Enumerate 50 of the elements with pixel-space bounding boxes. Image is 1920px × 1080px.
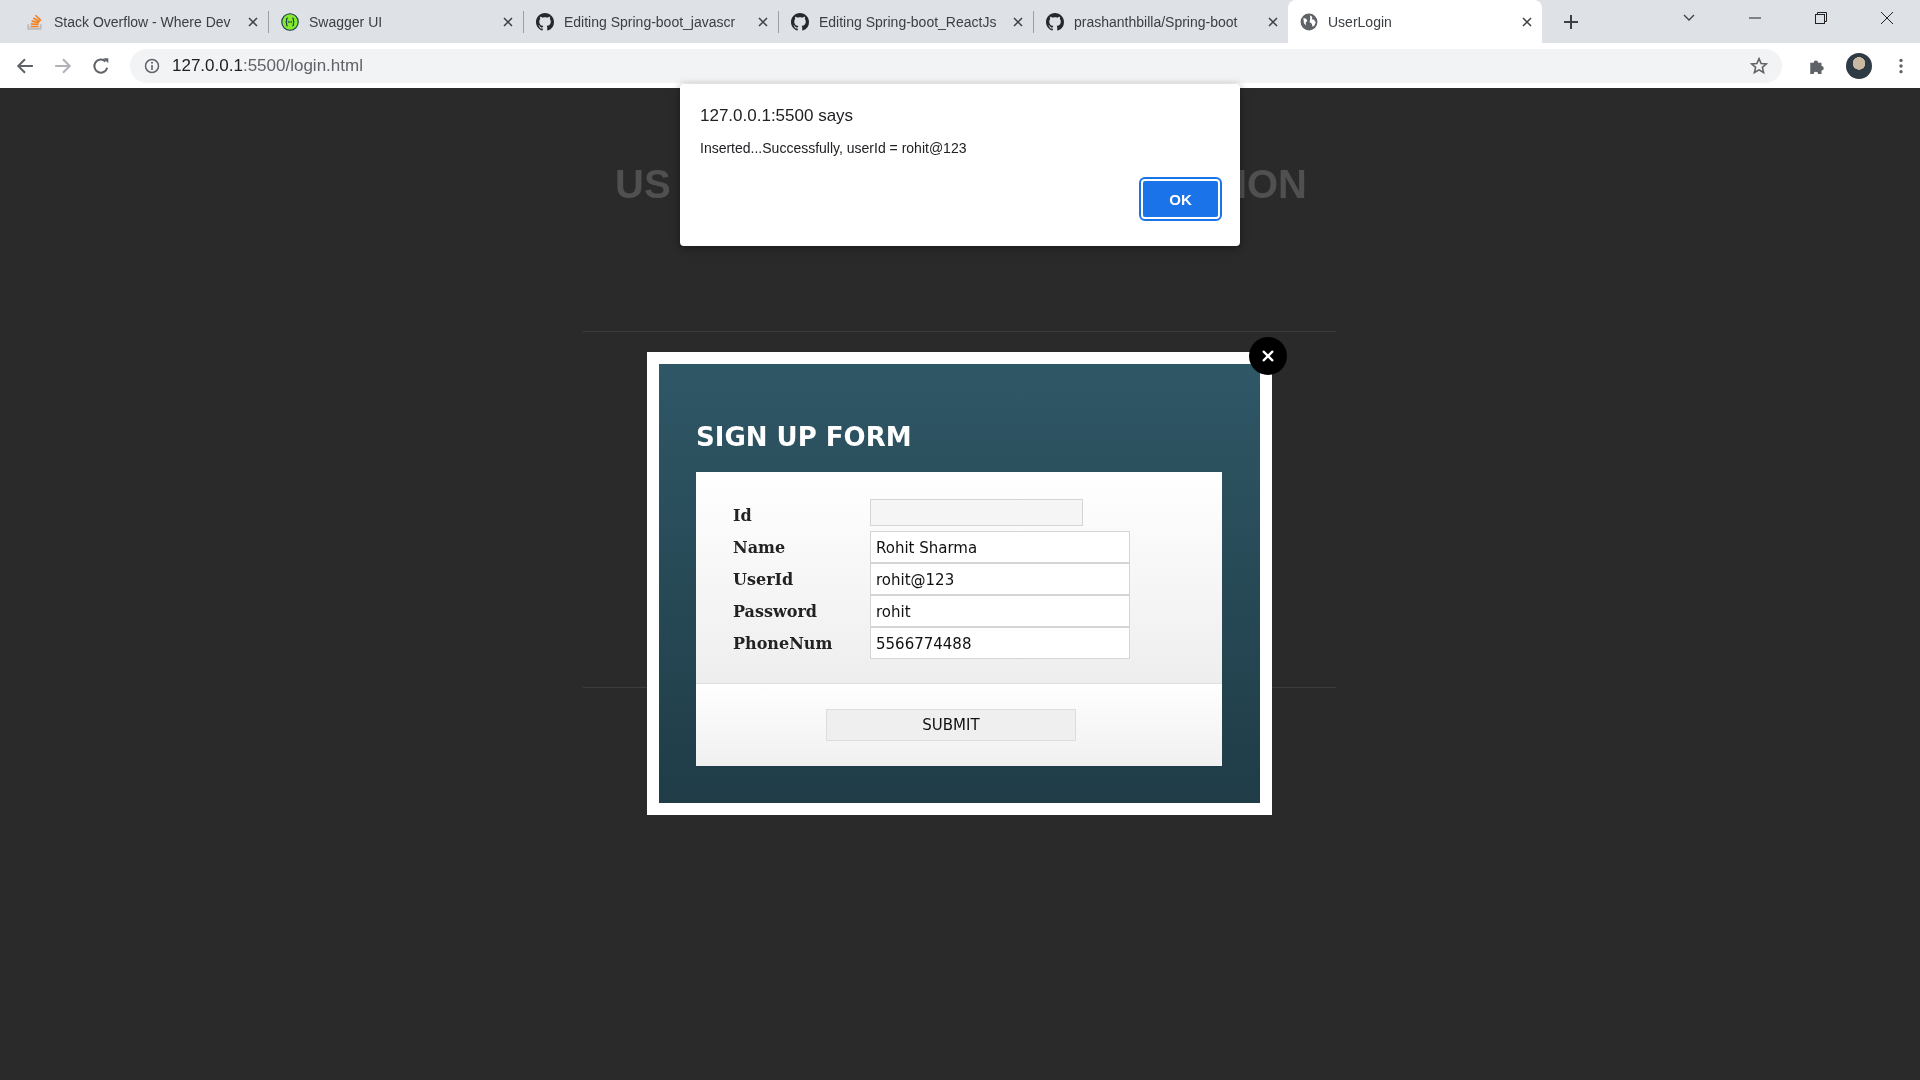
field-label: Id	[733, 505, 753, 525]
github-icon	[1046, 12, 1064, 31]
url-text: 127.0.0.1:5500/login.html	[172, 55, 363, 76]
form-title: SIGN UP FORM	[696, 422, 913, 452]
swagger-icon	[281, 12, 299, 31]
input-field[interactable]: rohit@123	[870, 563, 1130, 595]
close-icon	[1261, 349, 1275, 363]
stack-icon	[26, 12, 44, 31]
browser-tab[interactable]: Stack Overflow - Where Dev	[14, 4, 268, 39]
tab-title: Stack Overflow - Where Dev	[54, 13, 232, 30]
github-icon	[536, 12, 554, 31]
close-icon[interactable]	[758, 16, 768, 27]
input-field[interactable]: rohit	[870, 595, 1130, 627]
input-field[interactable]: Rohit Sharma	[870, 531, 1130, 563]
tab-title: UserLogin	[1328, 13, 1393, 30]
field-label: PhoneNum	[733, 633, 834, 653]
tab-title: prashanthbilla/Spring-boot	[1074, 13, 1239, 30]
globe-icon	[1300, 12, 1318, 31]
input-field[interactable]: 5566774488	[870, 627, 1130, 659]
alert-message: Inserted...Successfully, userId = rohit@123	[700, 140, 968, 156]
close-icon[interactable]	[503, 16, 513, 27]
ok-button[interactable]: OK	[1141, 179, 1220, 219]
close-icon[interactable]	[1268, 16, 1278, 27]
reload-icon[interactable]	[92, 56, 110, 75]
alert-title: 127.0.0.1:5500 says	[700, 106, 855, 126]
field-label: UserId	[733, 569, 795, 589]
close-icon[interactable]	[1013, 16, 1023, 27]
tab-title: Editing Spring-boot_ReactJs	[819, 13, 998, 30]
close-icon[interactable]	[1880, 11, 1894, 25]
star-icon[interactable]	[1750, 56, 1768, 75]
restore-icon[interactable]	[1814, 11, 1828, 25]
submit-button[interactable]: SUBMIT	[826, 709, 1076, 741]
new-tab-icon[interactable]	[1564, 15, 1578, 29]
address-bar[interactable]: 127.0.0.1:5500/login.html	[130, 48, 1782, 83]
info-icon	[144, 57, 160, 74]
close-icon[interactable]	[248, 16, 258, 27]
browser-tab[interactable]: Editing Spring-boot_javascr	[524, 4, 778, 39]
browser-tab[interactable]: Editing Spring-boot_ReactJs	[779, 4, 1033, 39]
field-label: Name	[733, 537, 787, 557]
close-button[interactable]	[1249, 337, 1287, 375]
browser-tab[interactable]: UserLogin	[1288, 0, 1542, 43]
close-icon[interactable]	[1522, 16, 1532, 27]
github-icon	[791, 12, 809, 31]
profile-avatar[interactable]	[1846, 52, 1872, 79]
tab-title: Swagger UI	[309, 13, 384, 30]
field-label: Password	[733, 601, 819, 621]
tab-title: Editing Spring-boot_javascr	[564, 13, 737, 30]
browser-tab[interactable]: prashanthbilla/Spring-boot	[1034, 4, 1288, 39]
back-icon[interactable]	[16, 56, 34, 75]
browser-tab[interactable]: Swagger UI	[269, 4, 523, 39]
